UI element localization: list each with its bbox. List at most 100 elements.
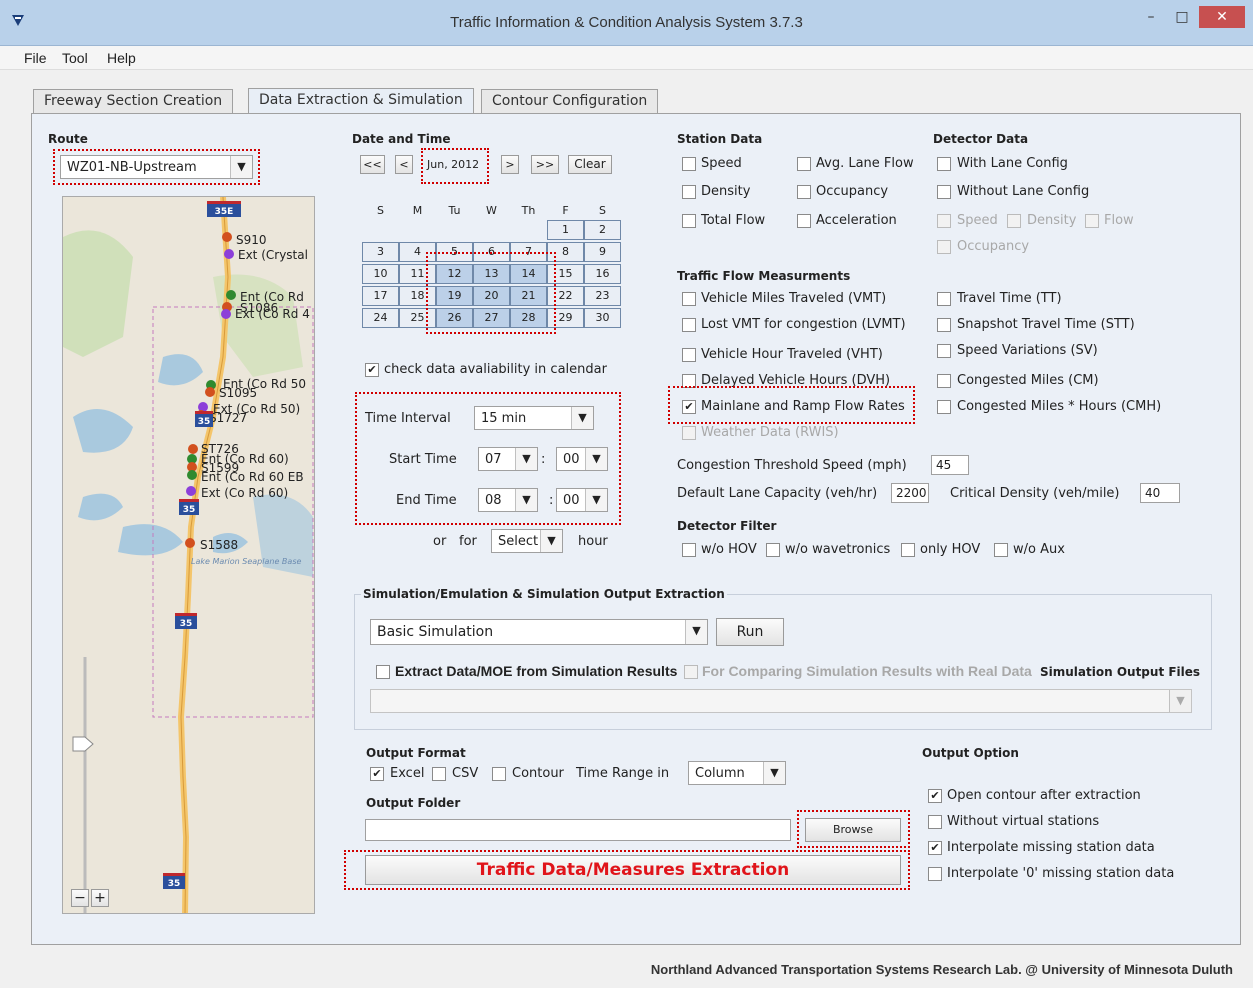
chevron-down-icon: ▼ [230,156,252,178]
traffic-flow-label: Traffic Flow Measurments [677,269,851,283]
calendar-day[interactable]: 2 [584,220,621,240]
speed-checkbox[interactable] [682,157,696,171]
lvmt-checkbox[interactable] [682,318,696,332]
acceleration-label: Acceleration [816,213,897,228]
tab-contour-configuration[interactable]: Contour Configuration [481,89,659,113]
detector-speed-checkbox[interactable] [937,214,951,228]
prev-year-button[interactable]: << [360,155,385,174]
interstate-shield-icon: 35 [179,499,199,515]
traffic-data-extraction-button[interactable]: Traffic Data/Measures Extraction [365,855,901,885]
mainlane-ramp-checkbox[interactable]: ✔ [682,400,696,414]
calendar-day[interactable]: 23 [584,286,621,306]
chevron-down-icon: ▼ [515,448,537,470]
tab-data-extraction-simulation[interactable]: Data Extraction & Simulation [248,88,474,114]
interpolate-zero-label: Interpolate '0' missing station data [947,866,1175,881]
wo-wavetronics-checkbox[interactable] [766,543,780,557]
with-lane-config-checkbox[interactable] [937,157,951,171]
snapshot-tt-checkbox[interactable] [937,318,951,332]
calendar-day[interactable]: 30 [584,308,621,328]
detector-occupancy-checkbox[interactable] [937,240,951,254]
avg-lane-flow-checkbox[interactable] [797,157,811,171]
excel-label: Excel [390,766,425,781]
time-interval-select[interactable]: 15 min ▼ [474,406,594,430]
travel-time-checkbox[interactable] [937,292,951,306]
browse-button[interactable]: Browse [805,818,901,842]
map-label: S910 [236,233,267,247]
time-colon: : [541,452,546,467]
duration-select[interactable]: Select ▼ [491,529,563,553]
cmh-checkbox[interactable] [937,400,951,414]
next-year-button[interactable]: >> [531,155,559,174]
critical-density-input[interactable]: 40 [1140,483,1180,503]
density-checkbox[interactable] [682,185,696,199]
wo-aux-checkbox[interactable] [994,543,1008,557]
time-range-select[interactable]: Column ▼ [688,761,786,785]
prev-month-button[interactable]: < [395,155,413,174]
csv-checkbox[interactable] [432,767,446,781]
start-hour-select[interactable]: 07 ▼ [478,447,538,471]
maximize-button[interactable]: □ [1168,6,1196,28]
close-button[interactable]: ✕ [1199,6,1245,28]
occupancy-checkbox[interactable] [797,185,811,199]
tab-freeway-section-creation[interactable]: Freeway Section Creation [33,89,234,113]
detector-density-label: Density [1027,213,1077,228]
availability-checkbox[interactable]: ✔ [365,363,379,377]
acceleration-checkbox[interactable] [797,214,811,228]
capacity-input[interactable]: 2200 [891,483,929,503]
route-map[interactable]: S910 Ext (Crystal Ent (Co Rd S1086 Ext (… [62,196,315,914]
calendar-day[interactable]: 10 [362,264,399,284]
route-label: Route [48,132,88,146]
interpolate-missing-checkbox[interactable]: ✔ [928,841,942,855]
calendar-day[interactable]: 24 [362,308,399,328]
time-interval-label: Time Interval [365,411,451,426]
threshold-input[interactable]: 45 [931,455,969,475]
total-flow-checkbox[interactable] [682,214,696,228]
end-hour-select[interactable]: 08 ▼ [478,488,538,512]
simulation-mode-select[interactable]: Basic Simulation ▼ [370,619,708,645]
calendar-day[interactable]: 17 [362,286,399,306]
duration-value: Select [498,534,539,549]
only-hov-checkbox[interactable] [901,543,915,557]
vmt-checkbox[interactable] [682,292,696,306]
compare-sim-checkbox[interactable] [684,665,698,679]
congested-miles-checkbox[interactable] [937,374,951,388]
route-value: WZ01-NB-Upstream [67,160,197,175]
zoom-in-button[interactable]: + [91,889,109,907]
next-month-button[interactable]: > [501,155,519,174]
run-button[interactable]: Run [716,618,784,646]
extract-sim-checkbox[interactable] [376,665,390,679]
sim-output-files-select[interactable]: ▼ [370,689,1192,713]
menu-help[interactable]: Help [107,50,136,66]
wo-hov-checkbox[interactable] [682,543,696,557]
weather-data-checkbox[interactable] [682,426,696,440]
week-selection-highlight [426,252,556,334]
end-minute-select[interactable]: 00 ▼ [556,488,608,512]
simulation-label: Simulation/Emulation & Simulation Output… [361,587,727,601]
detector-density-checkbox[interactable] [1007,214,1021,228]
excel-checkbox[interactable]: ✔ [370,767,384,781]
end-minute-value: 00 [563,493,580,508]
menu-tool[interactable]: Tool [62,50,88,66]
clear-date-button[interactable]: Clear [568,155,612,174]
route-select[interactable]: WZ01-NB-Upstream ▼ [60,155,253,179]
calendar-day[interactable]: 16 [584,264,621,284]
zoom-out-button[interactable]: − [71,889,89,907]
detector-flow-checkbox[interactable] [1085,214,1099,228]
calendar-day[interactable]: 3 [362,242,399,262]
calendar-day[interactable]: 9 [584,242,621,262]
calendar-day[interactable]: 1 [547,220,584,240]
title-bar: Traffic Information & Condition Analysis… [0,0,1253,46]
without-lane-config-checkbox[interactable] [937,185,951,199]
minimize-button[interactable]: – [1137,6,1165,28]
speed-variations-checkbox[interactable] [937,344,951,358]
output-folder-input[interactable] [365,819,791,841]
open-contour-checkbox[interactable]: ✔ [928,789,942,803]
chevron-down-icon: ▼ [540,530,562,552]
interpolate-zero-checkbox[interactable] [928,867,942,881]
contour-checkbox[interactable] [492,767,506,781]
map-label: S1588 [200,538,239,552]
menu-file[interactable]: File [24,50,47,66]
without-virtual-checkbox[interactable] [928,815,942,829]
start-minute-select[interactable]: 00 ▼ [556,447,608,471]
vht-checkbox[interactable] [682,348,696,362]
